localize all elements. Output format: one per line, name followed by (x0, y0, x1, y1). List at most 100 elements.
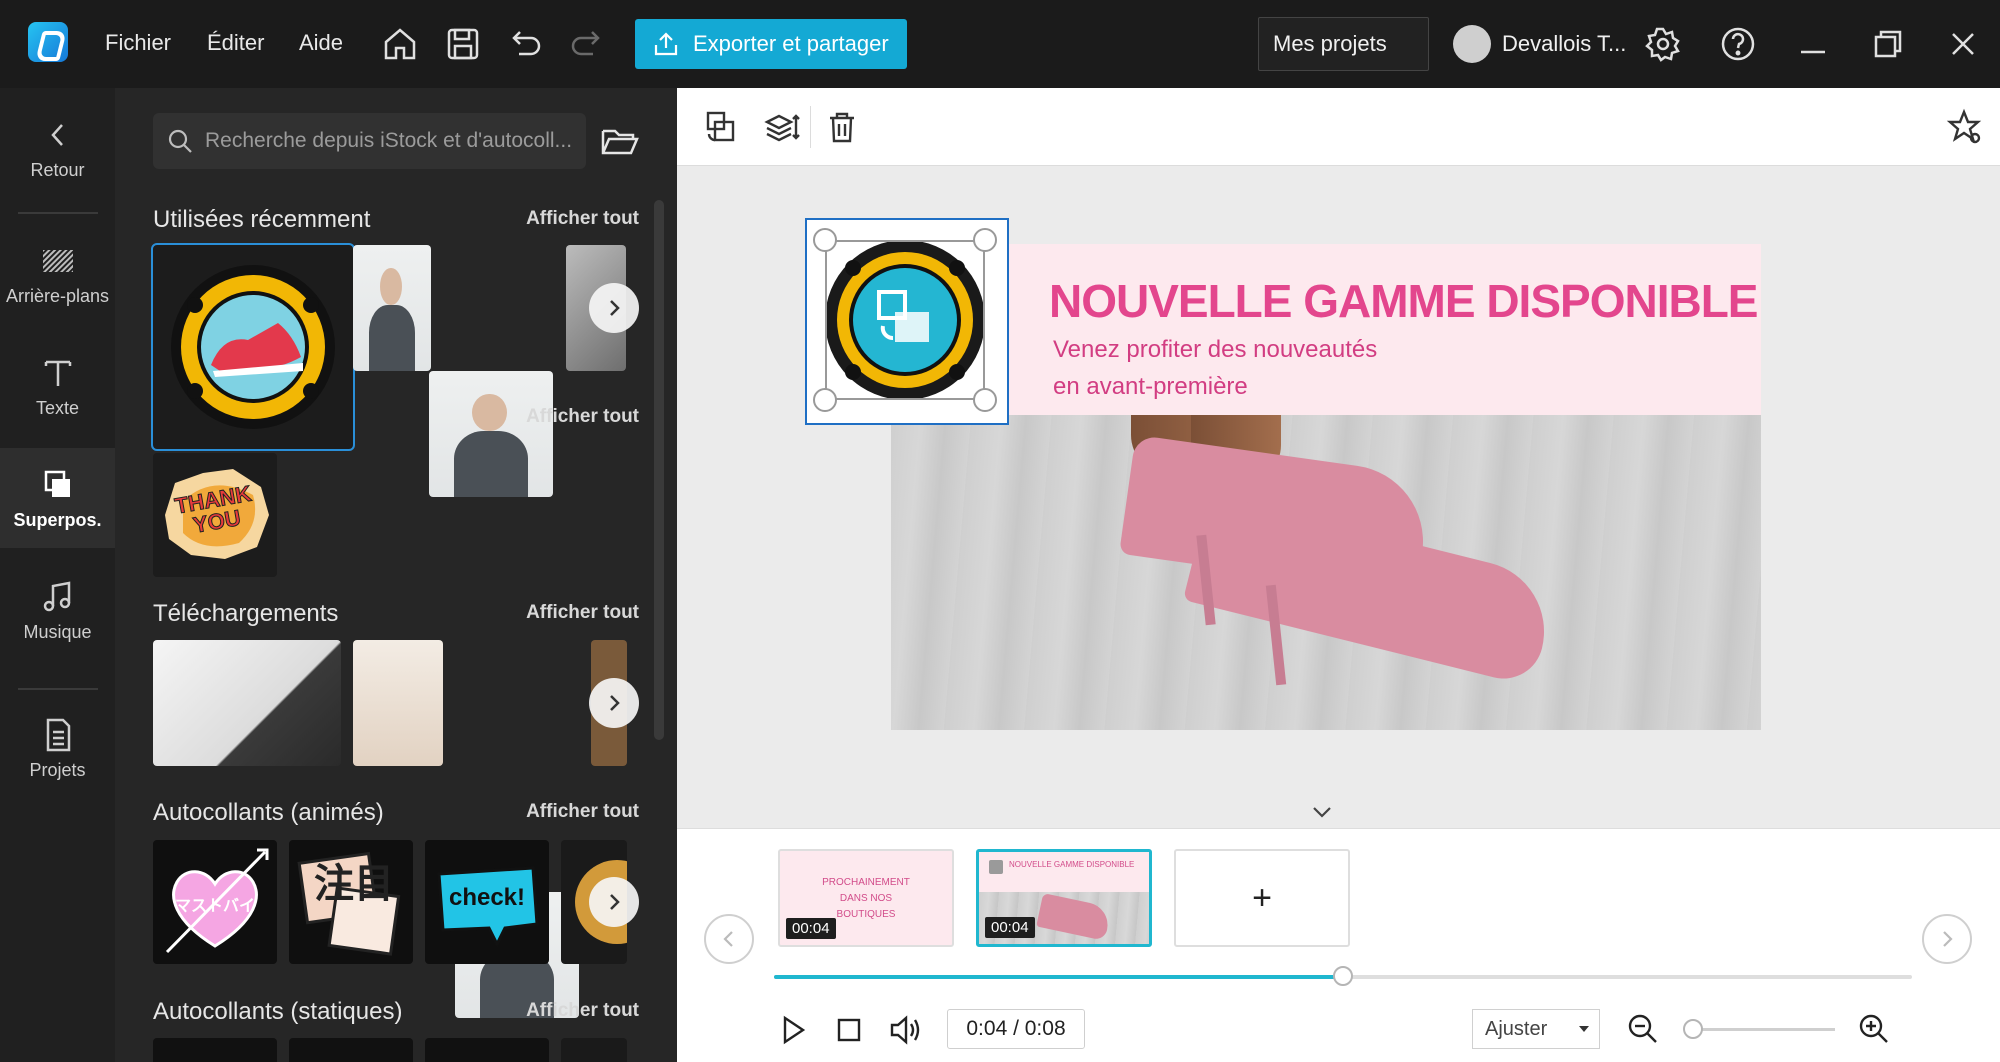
timeline-clip-1[interactable]: PROCHAINEMENT DANS NOS BOUTIQUES 00:04 (778, 849, 954, 947)
photo-businessman-1[interactable] (353, 245, 431, 371)
static-sticker-2[interactable] (289, 1038, 413, 1062)
timeline-prev-button[interactable] (704, 914, 754, 964)
my-projects-button[interactable]: Mes projets (1258, 17, 1429, 71)
home-icon[interactable] (380, 24, 420, 64)
export-share-label: Exporter et partager (693, 31, 889, 56)
selected-overlay-sticker[interactable] (805, 218, 1009, 425)
chevron-right-icon (610, 695, 620, 711)
sticker-sneaker-badge[interactable] (151, 243, 355, 451)
timeline: PROCHAINEMENT DANS NOS BOUTIQUES 00:04 N… (677, 828, 2000, 1062)
timeline-next-button[interactable] (1922, 914, 1972, 964)
chevron-right-icon (610, 300, 620, 316)
section-title-animated: Autocollants (animés) (153, 799, 384, 826)
slide-canvas[interactable]: NOUVELLE GAMME DISPONIBLE Venez profiter… (891, 244, 1761, 730)
backgrounds-icon (42, 249, 73, 272)
text-icon (44, 360, 71, 386)
static-sticker-4[interactable] (561, 1038, 627, 1062)
resize-handle-bottom-right[interactable] (973, 388, 997, 412)
animated-next-button[interactable] (589, 877, 639, 927)
replace-icon[interactable] (701, 108, 739, 146)
save-icon[interactable] (443, 24, 483, 64)
see-all-recent-stickers[interactable]: Afficher tout (526, 406, 639, 428)
nav-overlays-label: Superpos. (13, 509, 102, 530)
downloads-next-button[interactable] (589, 678, 639, 728)
static-sticker-1[interactable] (153, 1038, 277, 1062)
sticker-thank-you[interactable]: THANK YOU (153, 453, 277, 577)
nav-projects[interactable]: Projets (0, 698, 115, 798)
restore-icon[interactable] (1868, 24, 1908, 64)
editor-area: NOUVELLE GAMME DISPONIBLE Venez profiter… (677, 88, 2000, 1062)
playback-progress-knob[interactable] (1333, 966, 1353, 986)
nav-projects-label: Projets (29, 759, 86, 780)
overlays-icon (44, 470, 70, 497)
see-all-downloads[interactable]: Afficher tout (526, 602, 639, 624)
see-all-animated[interactable]: Afficher tout (526, 801, 639, 823)
redo-icon[interactable] (567, 24, 607, 64)
editor-toolbar (677, 88, 2000, 166)
sticker-check[interactable]: check! (425, 840, 549, 964)
chevron-right-icon (610, 894, 620, 910)
timeline-clip-2[interactable]: NOUVELLE GAMME DISPONIBLE 00:04 (976, 849, 1152, 947)
play-icon[interactable] (775, 1012, 811, 1048)
library-scrollbar[interactable] (654, 200, 664, 740)
slide-photo-heels (891, 415, 1761, 730)
see-all-static[interactable]: Afficher tout (526, 1000, 639, 1022)
slide-subtitle-line2[interactable]: en avant-première (1053, 373, 1248, 401)
left-navigation: Retour Arrière-plans Texte Superpos. Mus… (0, 88, 115, 1062)
undo-icon[interactable] (505, 24, 545, 64)
slide-title[interactable]: NOUVELLE GAMME DISPONIBLE (1049, 274, 1758, 328)
static-sticker-3[interactable] (425, 1038, 549, 1062)
nav-backgrounds[interactable]: Arrière-plans (0, 224, 115, 324)
nav-divider (18, 212, 98, 214)
menu-file[interactable]: Fichier (105, 30, 171, 56)
nav-text[interactable]: Texte (0, 336, 115, 436)
zoom-slider-knob[interactable] (1683, 1019, 1703, 1039)
user-name[interactable]: Devallois T... (1502, 31, 1626, 57)
folder-open-icon[interactable] (600, 123, 640, 159)
avatar[interactable] (1453, 25, 1491, 63)
resize-handle-bottom-left[interactable] (813, 388, 837, 412)
photo-businessman-2[interactable] (429, 371, 553, 497)
zoom-in-icon[interactable] (1856, 1011, 1892, 1047)
sticker-attention[interactable]: 注目 (289, 840, 413, 964)
minimize-icon[interactable] (1793, 24, 1833, 64)
zoom-fit-select[interactable]: Ajuster (1472, 1009, 1600, 1049)
nav-back[interactable]: Retour (0, 98, 115, 198)
nav-overlays[interactable]: Superpos. (0, 448, 115, 548)
menu-edit[interactable]: Éditer (207, 30, 264, 56)
resize-handle-top-right[interactable] (973, 228, 997, 252)
recent-next-button[interactable] (589, 283, 639, 333)
section-title-downloads: Téléchargements (153, 600, 339, 627)
upload-icon (654, 32, 678, 56)
playback-progress-track[interactable] (774, 966, 1912, 986)
app-window: Fichier Éditer Aide Exporter et partager… (0, 0, 2000, 1062)
trash-icon[interactable] (823, 108, 861, 146)
help-icon[interactable] (1718, 24, 1758, 64)
close-icon[interactable] (1943, 24, 1983, 64)
nav-music[interactable]: Musique (0, 560, 115, 660)
menu-help[interactable]: Aide (299, 30, 343, 56)
photo-waiter-plate[interactable] (153, 640, 341, 766)
photo-woman-office[interactable] (353, 640, 443, 766)
overlay-bounding-box (825, 240, 985, 400)
resize-handle-top-left[interactable] (813, 228, 837, 252)
stop-icon[interactable] (831, 1012, 867, 1048)
zoom-out-icon[interactable] (1625, 1011, 1661, 1047)
see-all-recent[interactable]: Afficher tout (526, 208, 639, 230)
section-title-recent: Utilisées récemment (153, 206, 371, 233)
zoom-slider-track[interactable] (1683, 1019, 1835, 1039)
gear-icon[interactable] (1643, 24, 1683, 64)
add-clip-button[interactable]: + (1174, 849, 1350, 947)
layer-order-icon[interactable] (763, 108, 801, 146)
volume-icon[interactable] (887, 1012, 923, 1048)
search-input[interactable]: Recherche depuis iStock et d'autocoll... (153, 113, 586, 169)
slide-banner (891, 244, 1761, 415)
sticker-heart[interactable]: マストバイ (153, 840, 277, 964)
export-share-button[interactable]: Exporter et partager (635, 19, 907, 69)
chevron-down-icon[interactable] (1302, 802, 1342, 824)
toolbar-divider (810, 106, 811, 148)
slide-subtitle-line1[interactable]: Venez profiter des nouveautés (1053, 336, 1377, 364)
sneaker-badge-icon (171, 265, 335, 429)
attention-sticker-text: 注目 (314, 862, 394, 906)
favorite-settings-icon[interactable] (1945, 108, 1983, 146)
